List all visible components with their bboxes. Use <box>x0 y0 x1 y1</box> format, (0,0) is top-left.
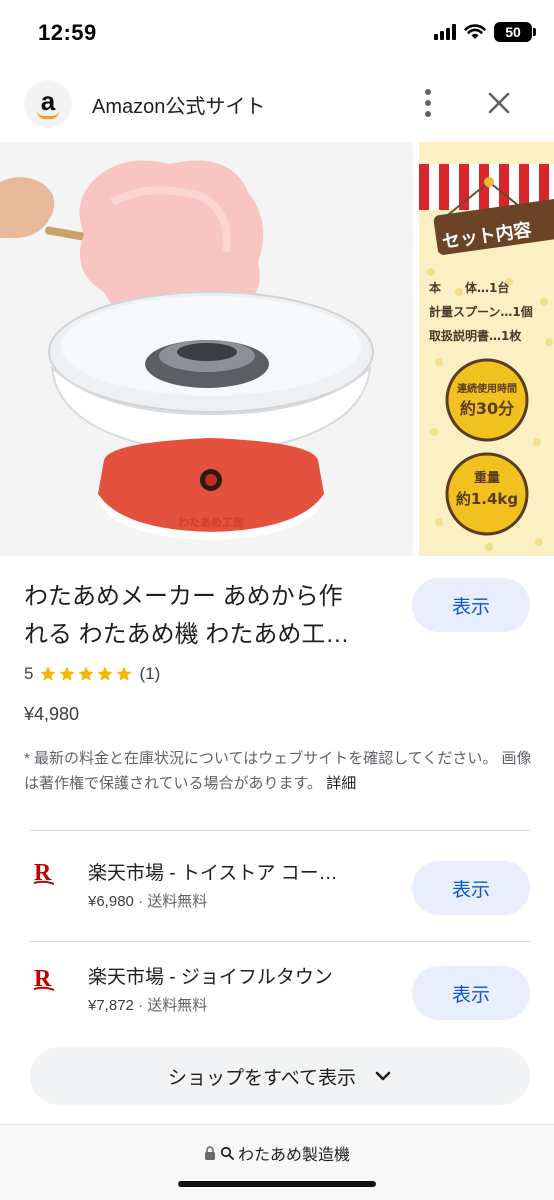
dot-icon <box>425 111 431 117</box>
shop-show-button[interactable]: 表示 <box>412 861 530 915</box>
details-link[interactable]: 詳細 <box>326 775 356 792</box>
address-bar[interactable]: わたあめ製造機 <box>0 1124 554 1200</box>
status-time: 12:59 <box>38 20 97 45</box>
weight-value: 約1.4kg <box>456 490 518 508</box>
set-item-line: 本 体…1台 <box>429 280 509 295</box>
battery-icon: 50 <box>494 22 536 42</box>
shop-price: ¥6,980 <box>88 893 134 910</box>
star-icon <box>116 666 132 681</box>
rakuten-logo-icon: R <box>33 966 55 992</box>
status-icons: 50 <box>434 22 536 42</box>
shop-shipping: 送料無料 <box>147 997 208 1014</box>
wifi-icon <box>464 24 486 39</box>
star-icon <box>59 666 75 681</box>
product-price: ¥4,980 <box>24 704 80 724</box>
dot-icon <box>425 100 431 106</box>
rating-row: 5 (1) <box>24 664 160 684</box>
cotton-candy-machine-image: わたあめ工房 <box>0 142 413 556</box>
divider <box>30 830 530 831</box>
site-title[interactable]: Amazon公式サイト <box>92 90 265 119</box>
show-all-shops-button[interactable]: ショップをすべて表示 <box>30 1047 530 1105</box>
close-button[interactable] <box>484 88 514 118</box>
logo-letter: a <box>40 86 56 116</box>
rating-stars <box>39 665 133 683</box>
amazon-logo: a <box>24 80 72 128</box>
disclaimer: * 最新の料金と在庫状況についてはウェブサイトを確認してください。 画像は著作権… <box>24 746 534 796</box>
shop-row[interactable]: R 楽天市場 - トイストア コー… ¥6,980 · 送料無料 表示 <box>0 836 554 936</box>
star-icon <box>78 666 94 681</box>
shop-show-button[interactable]: 表示 <box>412 966 530 1020</box>
product-image-second[interactable]: セット内容 本 体…1台 計量スプーン…1個 取扱説明書…1枚 連続使用時間 約… <box>419 142 554 556</box>
disclaimer-text: * 最新の料金と在庫状況についてはウェブサイトを確認してください。 画像は著作権… <box>24 750 532 792</box>
cellular-signal-icon <box>434 24 456 40</box>
product-title[interactable]: わたあめメーカー あめから作 れる わたあめ機 わたあめ工… <box>24 578 394 654</box>
status-bar: 12:59 50 <box>0 0 554 66</box>
more-options-button[interactable] <box>414 86 442 120</box>
rakuten-logo-icon: R <box>33 860 55 886</box>
home-indicator[interactable] <box>178 1181 376 1187</box>
separator: · <box>138 997 144 1014</box>
product-image-main[interactable]: わたあめ工房 <box>0 142 413 556</box>
product-image-gallery[interactable]: わたあめ工房 セット内容 本 体…1台 計量スプーン…1個 取扱説明書…1枚 連… <box>0 142 554 556</box>
set-contents-image: セット内容 本 体…1台 計量スプーン…1個 取扱説明書…1枚 連続使用時間 約… <box>419 142 554 556</box>
set-item-line: 計量スプーン…1個 <box>429 304 533 319</box>
lock-icon <box>204 1146 215 1160</box>
product-title-line: れる わたあめ機 わたあめ工… <box>24 621 350 648</box>
shop-price: ¥7,872 <box>88 997 134 1014</box>
usage-time-value: 約30分 <box>460 399 514 418</box>
separator: · <box>138 893 144 910</box>
smile-icon <box>37 111 59 119</box>
chevron-down-icon <box>375 1071 391 1081</box>
shop-row[interactable]: R 楽天市場 - ジョイフルタウン ¥7,872 · 送料無料 表示 <box>0 942 554 1042</box>
result-header: a Amazon公式サイト <box>0 74 554 134</box>
shop-name: 楽天市場 - ジョイフルタウン <box>88 967 333 988</box>
address-bar-content[interactable]: わたあめ製造機 <box>0 1141 554 1165</box>
rating-value: 5 <box>24 664 34 683</box>
shop-price-shipping: ¥6,980 · 送料無料 <box>88 890 207 911</box>
shop-shipping: 送料無料 <box>147 893 208 910</box>
shop-name: 楽天市場 - トイストア コー… <box>88 863 338 884</box>
star-icon <box>97 666 113 681</box>
weight-label: 重量 <box>474 470 500 486</box>
product-logo-text: わたあめ工房 <box>178 515 244 529</box>
search-query: わたあめ製造機 <box>237 1147 350 1164</box>
set-item-line: 取扱説明書…1枚 <box>429 328 522 343</box>
star-icon <box>40 666 56 681</box>
shop-price-shipping: ¥7,872 · 送料無料 <box>88 994 207 1015</box>
dot-icon <box>425 89 431 95</box>
review-count[interactable]: (1) <box>139 664 160 684</box>
show-all-shops-label: ショップをすべて表示 <box>168 1067 356 1089</box>
product-show-button[interactable]: 表示 <box>412 578 530 632</box>
usage-time-label: 連続使用時間 <box>457 382 517 395</box>
product-title-line: わたあめメーカー あめから作 <box>24 583 343 610</box>
search-icon <box>220 1146 234 1160</box>
